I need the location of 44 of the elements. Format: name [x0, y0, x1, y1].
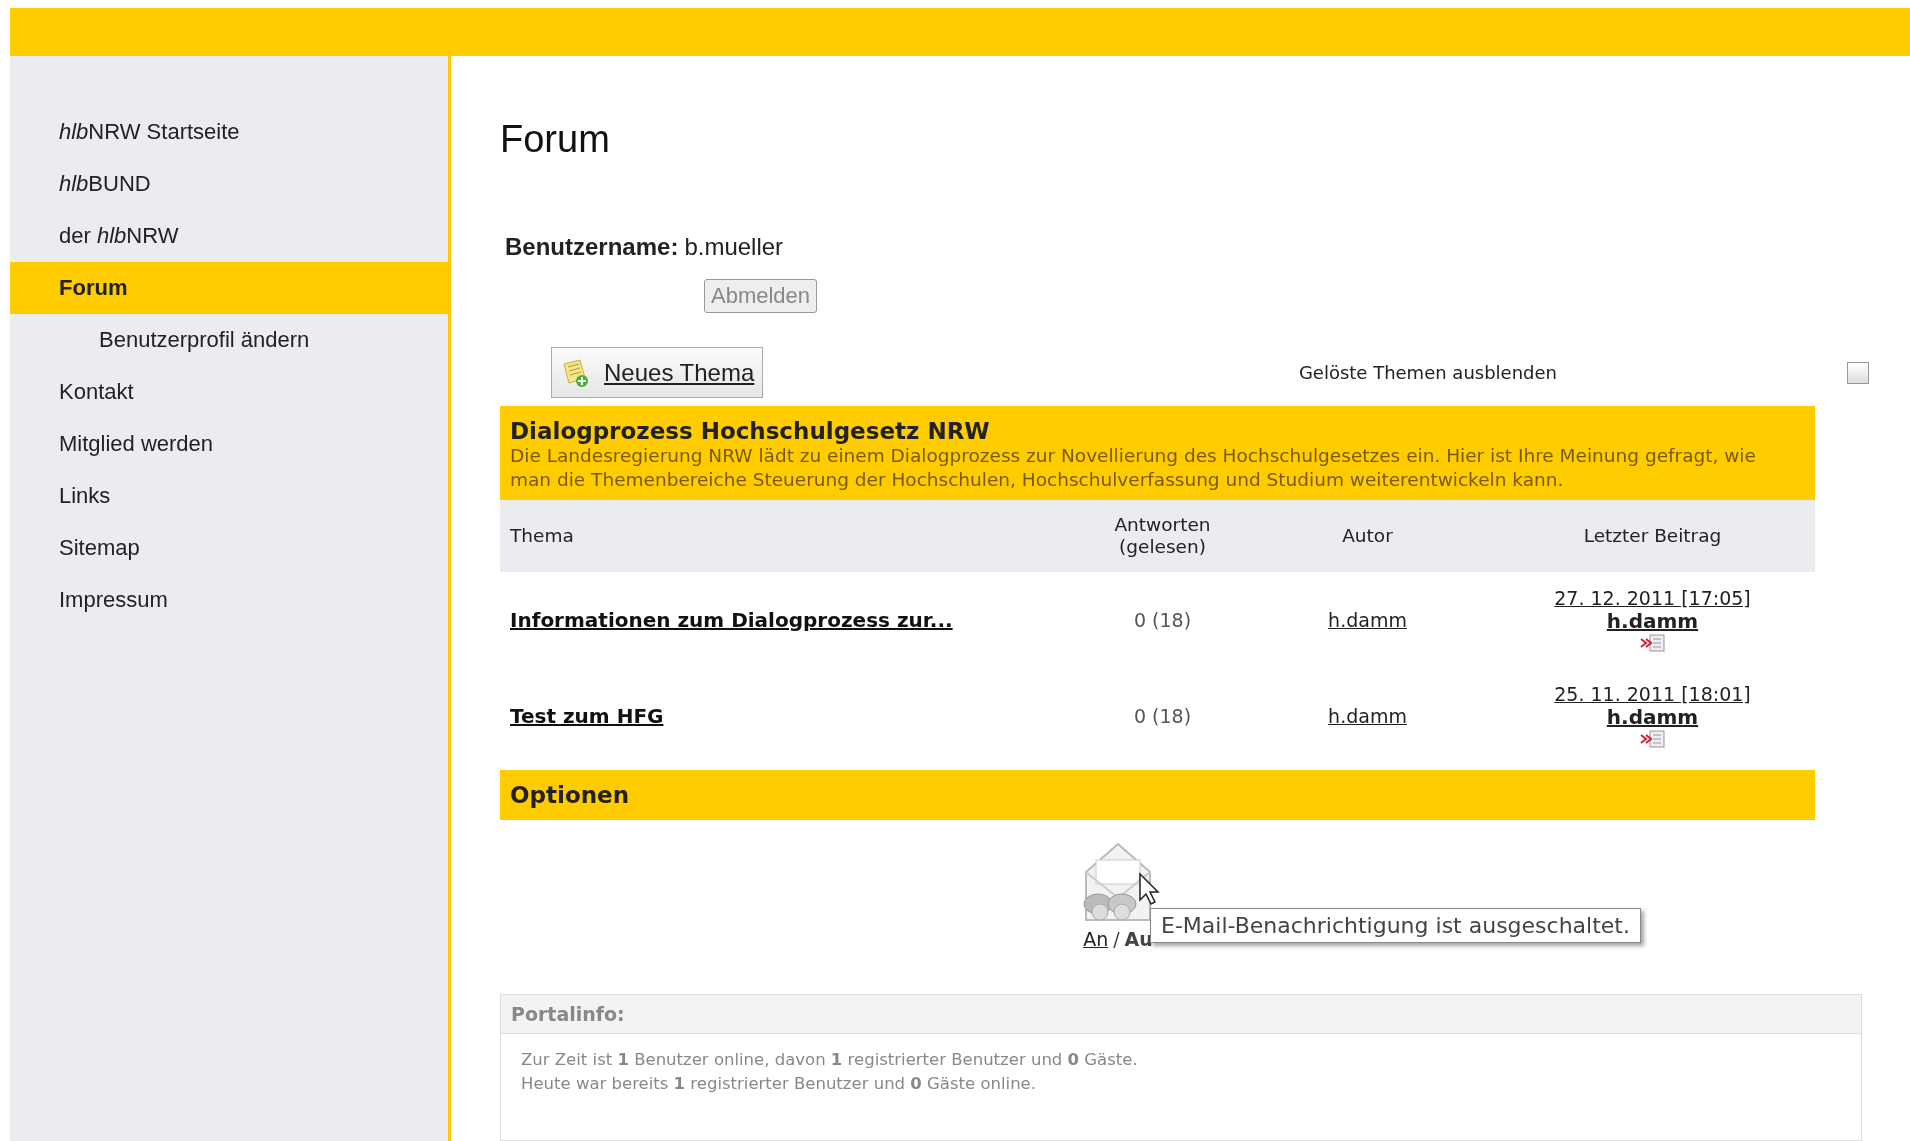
portal-info-title: Portalinfo:: [511, 1003, 625, 1026]
new-topic-button[interactable]: Neues Thema: [551, 347, 764, 398]
nav-link[interactable]: Kontakt: [10, 366, 448, 418]
hide-solved-checkbox[interactable]: [1847, 361, 1869, 384]
last-post-author-link[interactable]: h.damm: [1606, 609, 1699, 634]
nav-link[interactable]: der hlbNRW: [10, 210, 448, 262]
replies-count: 0 (18): [1133, 705, 1192, 728]
forum-description: Die Landesregierung NRW lädt zu einem Dialogprozess zur Novellierung des Hochschulgesetzes ein. Hier ist Ihre Meinung gefragt, wie man die Themenbereiche Steuerung der Hochschulen, Hochschulverfassung und Studium weiterentwickeln kann.: [510, 444, 1757, 493]
nav-link[interactable]: Impressum: [10, 574, 448, 626]
separator-text: /: [1113, 928, 1120, 951]
last-post-date-link[interactable]: 25. 11. 2011 [18:01]: [1554, 683, 1751, 706]
topic-link[interactable]: Test zum HFG: [500, 704, 664, 729]
replies-count: 0 (18): [1133, 609, 1192, 632]
options-title: Optionen: [510, 782, 630, 809]
topic-link[interactable]: Informationen zum Dialogprozess zur...: [500, 608, 953, 633]
latest-post-icon[interactable]: [1639, 633, 1666, 654]
column-header: Letzter Beitrag: [1582, 525, 1723, 548]
hide-solved-label: Gelöste Themen ausblenden: [1298, 362, 1557, 383]
nav-link[interactable]: Sitemap: [10, 522, 448, 574]
nav-sublink[interactable]: Benutzerprofil ändern: [10, 314, 448, 366]
author-link[interactable]: h.damm: [1328, 705, 1407, 728]
tooltip: E-Mail-Benachrichtigung ist ausgeschaltet.: [1150, 908, 1641, 944]
column-header: Thema: [509, 525, 575, 548]
mouse-cursor-icon: [1138, 872, 1160, 907]
forum-title: Dialogprozess Hochschulgesetz NRW: [510, 418, 991, 444]
username-label: Benutzername:: [505, 233, 679, 261]
nav-link[interactable]: Mitglied werden: [10, 418, 448, 470]
off-text: Au: [1124, 928, 1153, 951]
username-value: b.mueller: [684, 233, 784, 261]
nav-link[interactable]: Forum: [10, 262, 448, 314]
nav-link[interactable]: Links: [10, 470, 448, 522]
column-header: Antworten (gelesen): [1113, 513, 1212, 559]
portal-info-text: Heute war bereits 1 registrierter Benutzer und 0 Gäste online.: [521, 1073, 1037, 1096]
author-link[interactable]: h.damm: [1328, 609, 1407, 632]
nav-link[interactable]: hlbBUND: [10, 158, 448, 210]
portal-info-text: Zur Zeit ist 1 Benutzer online, davon 1 registrierter Benutzer und 0 Gäste.: [521, 1049, 1139, 1072]
last-post-author-link[interactable]: h.damm: [1606, 705, 1699, 730]
latest-post-icon[interactable]: [1639, 729, 1666, 750]
note-add-icon: [560, 357, 590, 388]
last-post-date-link[interactable]: 27. 12. 2011 [17:05]: [1554, 587, 1751, 610]
page-title: Forum: [500, 118, 611, 161]
on-link[interactable]: An: [1083, 928, 1109, 951]
column-header: Autor: [1341, 525, 1394, 548]
nav-link[interactable]: hlbNRW Startseite: [10, 106, 448, 158]
